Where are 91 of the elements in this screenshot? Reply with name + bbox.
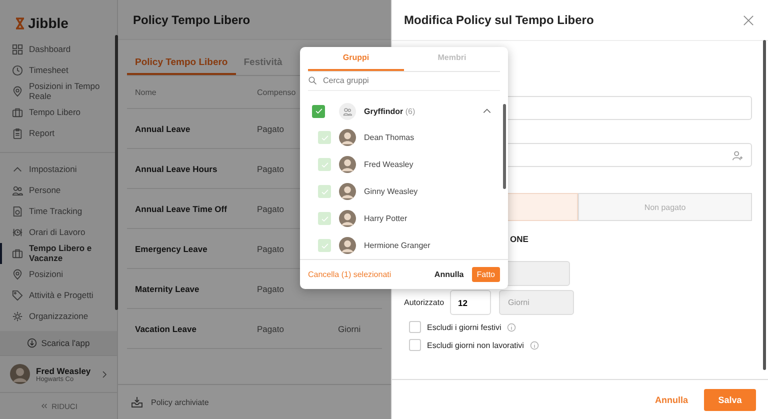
checkbox-label: Escludi i giorni festivi	[427, 322, 502, 332]
member-name: Dean Thomas	[364, 133, 414, 142]
clipboard-icon	[12, 128, 23, 139]
nav-item[interactable]: Dashboard	[0, 39, 117, 60]
add-person-icon	[732, 150, 743, 160]
avatar-icon	[339, 183, 356, 200]
scrollbar[interactable]	[503, 104, 506, 189]
table-cell: Pagato	[257, 324, 284, 334]
policy-name: Annual Leave Time Off	[135, 204, 227, 214]
cancel-button[interactable]: Annulla	[649, 394, 694, 406]
table-cell: Pagato	[257, 124, 284, 134]
table-cell: Giorni	[338, 324, 361, 334]
close-button[interactable]	[743, 14, 754, 26]
location-pin-icon	[12, 269, 23, 280]
tab[interactable]: Festività	[236, 51, 290, 75]
nav-item[interactable]: Posizioni	[0, 264, 117, 285]
checkbox[interactable]	[312, 104, 325, 118]
document-icon	[12, 206, 23, 217]
location-pin-icon	[12, 86, 23, 97]
app-logo: Jibble	[28, 15, 68, 31]
briefcase-icon	[12, 107, 23, 118]
chevron-right-icon	[100, 370, 109, 378]
table-cell: Pagato	[257, 284, 284, 294]
cancel-button[interactable]: Annulla	[434, 270, 464, 279]
table-cell: Pagato	[257, 244, 284, 254]
settings-icon	[12, 311, 23, 322]
table-cell: Pagato	[257, 164, 284, 174]
briefcase-icon	[12, 248, 23, 259]
avatar-icon	[339, 237, 356, 254]
grid-icon	[12, 44, 23, 55]
member-name: Ginny Weasley	[364, 187, 418, 196]
people-icon	[343, 106, 352, 116]
tab[interactable]: Gruppi	[308, 47, 404, 71]
nav-item[interactable]: Posizioni in Tempo Reale	[0, 81, 117, 102]
avatar-icon	[339, 210, 356, 227]
column-header: Nome	[135, 88, 156, 96]
nav-item[interactable]: Persone	[0, 180, 117, 201]
policy-name: Maternity Leave	[135, 284, 200, 294]
group-name: Gryffindor (6)	[364, 106, 416, 116]
download-icon	[27, 338, 38, 348]
nav-item[interactable]: Attività e Progetti	[0, 285, 117, 306]
info-icon	[507, 322, 516, 332]
schedule-icon	[12, 227, 23, 238]
archived-policies-link[interactable]: Policy archiviate	[118, 384, 391, 419]
policy-name: Vacation Leave	[135, 324, 196, 334]
avatar-icon	[339, 129, 356, 146]
scrollbar[interactable]	[763, 40, 766, 370]
table-cell: Pagato	[257, 204, 284, 214]
policy-name: Emergency Leave	[135, 244, 208, 254]
policy-name: Annual Leave Hours	[135, 164, 218, 174]
info-icon	[530, 340, 539, 350]
section-heading: ONE	[510, 234, 530, 244]
member-name: Harry Potter	[364, 214, 408, 223]
done-button[interactable]: Fatto	[472, 267, 500, 282]
nav-item[interactable]: Report	[0, 123, 117, 144]
nav-item[interactable]: Tempo Libero	[0, 102, 117, 123]
number-field[interactable]: 12	[450, 290, 492, 315]
save-button[interactable]: Salva	[704, 388, 756, 410]
checkbox[interactable]	[409, 321, 421, 333]
check-icon	[314, 106, 324, 116]
unit-field[interactable]: Giorni	[499, 290, 574, 315]
hourglass-logo-icon	[14, 16, 26, 30]
nav-item[interactable]: Tempo Libero e Vacanze	[0, 243, 117, 264]
close-icon	[743, 14, 754, 26]
nav-item[interactable]: Timesheet	[0, 60, 117, 81]
pay-option[interactable]: Non pagato	[578, 193, 752, 221]
nav-item[interactable]: Time Tracking	[0, 201, 117, 222]
policy-name: Annual Leave	[135, 124, 190, 134]
field-label: Autorizzato	[404, 298, 444, 307]
search-icon	[308, 76, 317, 86]
nav-item[interactable]: Orari di Lavoro	[0, 222, 117, 243]
panel-title: Modifica Policy sul Tempo Libero	[404, 13, 594, 27]
scrollbar[interactable]	[115, 35, 118, 310]
tab[interactable]: Policy Tempo Libero	[127, 51, 236, 75]
clock-icon	[12, 65, 23, 76]
nav-item[interactable]: Organizzazione	[0, 306, 117, 327]
tag-icon	[12, 290, 23, 301]
user-name: Fred Weasley	[36, 366, 92, 376]
download-app-button[interactable]: Scarica l'app	[0, 331, 117, 355]
people-icon	[12, 185, 23, 196]
member-name: Fred Weasley	[364, 160, 414, 169]
double-chevron-left-icon	[40, 402, 48, 410]
checkbox-label: Escludi giorni non lavorativi	[427, 340, 524, 350]
checkbox[interactable]	[409, 339, 421, 351]
settings-header[interactable]: Impostazioni	[0, 159, 117, 180]
avatar-icon	[339, 156, 356, 173]
column-header: Compenso	[257, 88, 296, 96]
clear-selection-link[interactable]: Cancella (1) selezionati	[308, 270, 426, 279]
inbox-download-icon	[131, 396, 143, 408]
avatar-icon	[10, 364, 30, 384]
member-name: Hermione Granger	[364, 241, 430, 250]
